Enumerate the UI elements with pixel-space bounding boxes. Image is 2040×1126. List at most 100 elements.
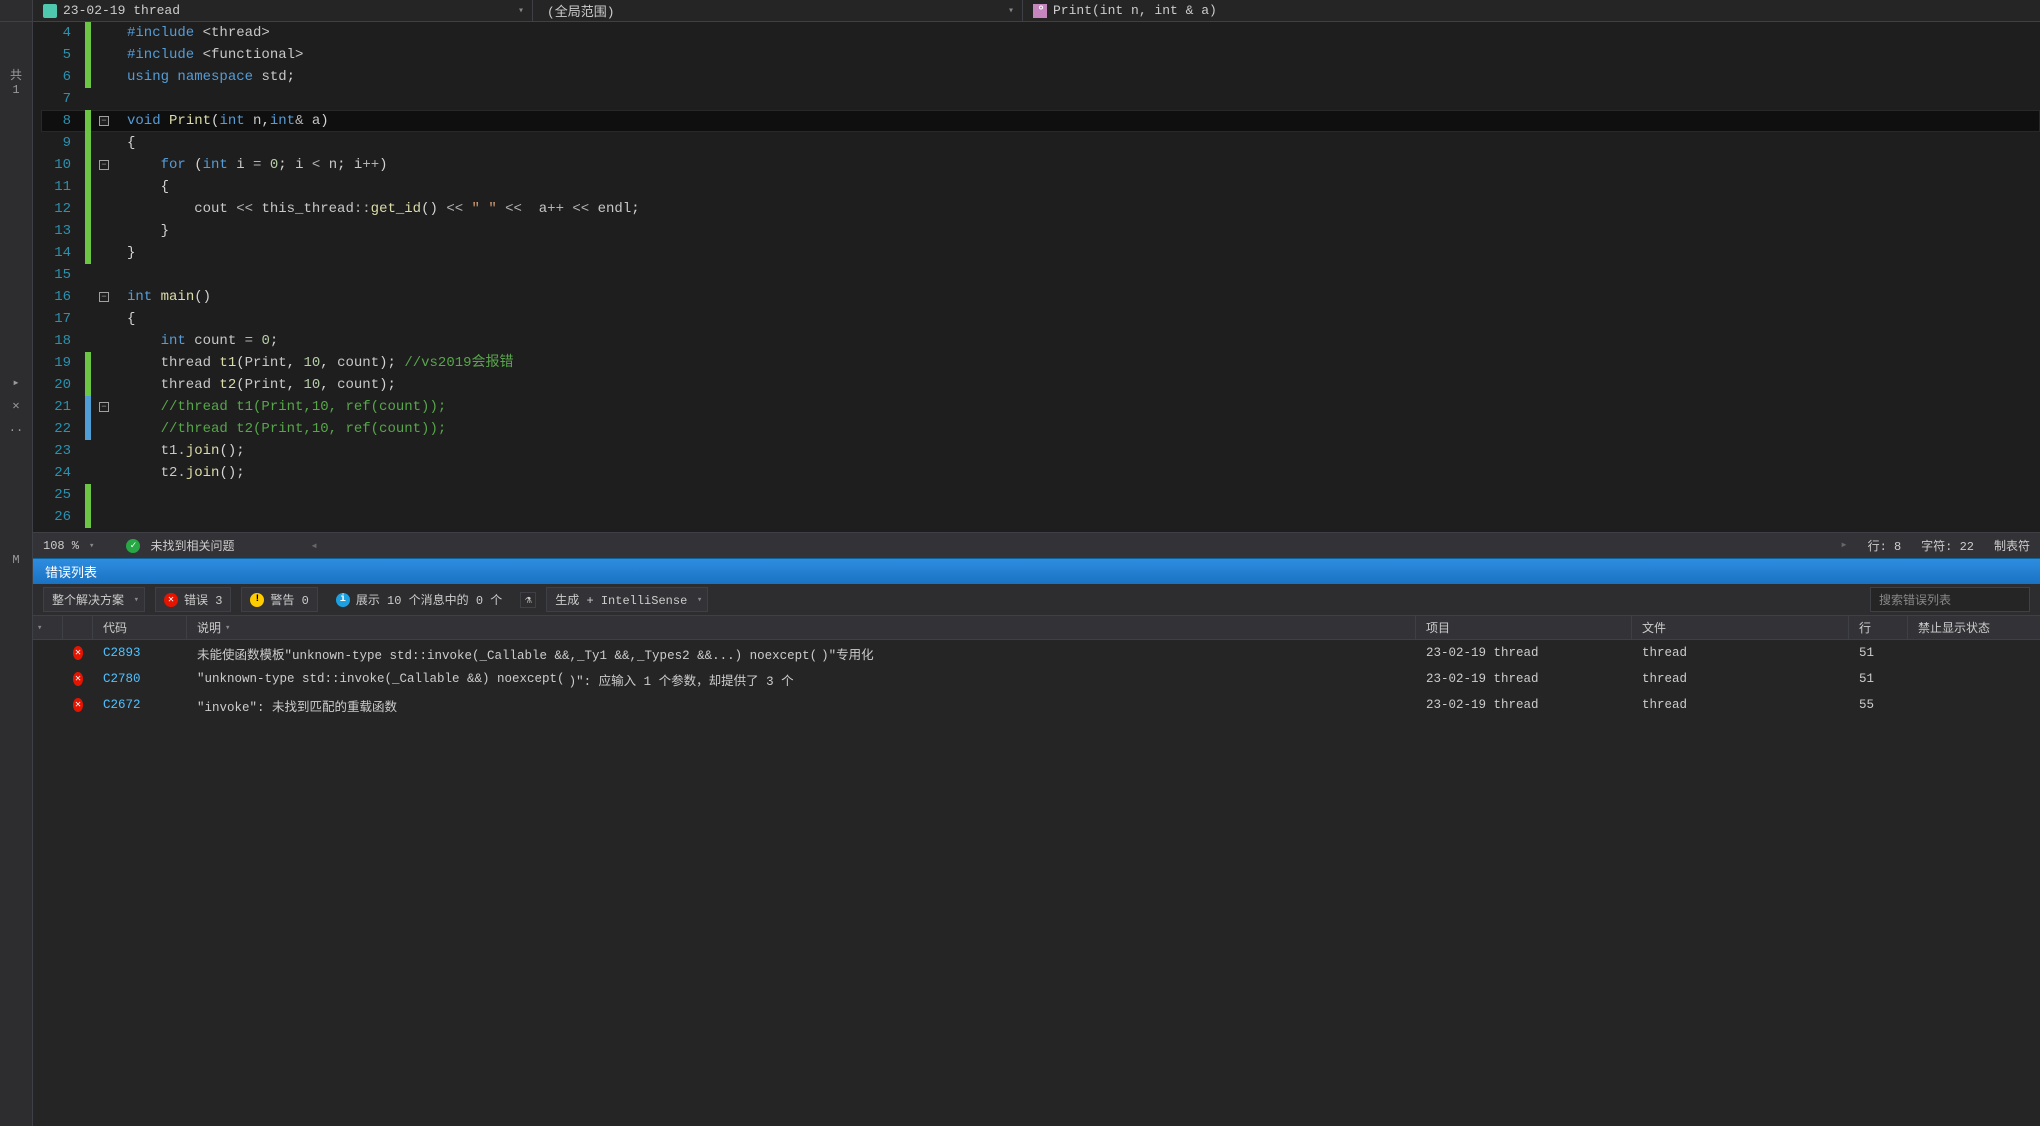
code-line[interactable]: 16−int main() <box>41 286 2040 308</box>
code-line[interactable]: 17{ <box>41 308 2040 330</box>
code-content[interactable]: for (int i = 0; i < n; i++) <box>119 154 388 176</box>
code-content[interactable]: int main() <box>119 286 211 308</box>
solution-filter-dropdown[interactable]: 整个解决方案 <box>43 587 145 612</box>
code-content[interactable]: t2.join(); <box>119 462 245 484</box>
zoom-level[interactable]: 108 % <box>43 539 79 553</box>
code-line[interactable]: 15 <box>41 264 2040 286</box>
file-dropdown[interactable]: 23-02-19 thread <box>33 0 533 21</box>
header-line[interactable]: 行 <box>1849 616 1908 639</box>
code-line[interactable]: 23 t1.join(); <box>41 440 2040 462</box>
gutter <box>85 220 119 242</box>
strip-arrow[interactable]: ▸ <box>0 371 32 394</box>
code-content[interactable]: int count = 0; <box>119 330 278 352</box>
code-content[interactable]: //thread t1(Print,10, ref(count)); <box>119 396 446 418</box>
scroll-right-icon[interactable]: ▸ <box>1840 537 1847 554</box>
header-project[interactable]: 项目 <box>1416 616 1632 639</box>
header-file[interactable]: 文件 <box>1632 616 1849 639</box>
error-code[interactable]: C2780 <box>93 668 187 690</box>
code-line[interactable]: 22 //thread t2(Print,10, ref(count)); <box>41 418 2040 440</box>
line-number: 4 <box>41 22 85 44</box>
error-project: 23-02-19 thread <box>1416 694 1632 716</box>
source-filter-dropdown[interactable]: 生成 + IntelliSense <box>546 587 708 612</box>
error-search-input[interactable]: 搜索错误列表 <box>1870 587 2030 612</box>
code-line[interactable]: 26 <box>41 506 2040 528</box>
code-line[interactable]: 6using namespace std; <box>41 66 2040 88</box>
filter-icon[interactable]: ⚗ <box>520 592 536 608</box>
code-content[interactable]: cout << this_thread::get_id() << " " << … <box>119 198 640 220</box>
top-bar-spacer <box>0 0 33 21</box>
zoom-dropdown-icon[interactable]: ▾ <box>89 541 94 551</box>
code-line[interactable]: 27 cout << "main: " << count << endl; <box>41 528 2040 532</box>
error-project: 23-02-19 thread <box>1416 668 1632 690</box>
code-line[interactable]: 24 t2.join(); <box>41 462 2040 484</box>
fold-toggle[interactable]: − <box>99 116 109 126</box>
code-content[interactable] <box>119 484 127 506</box>
gutter <box>85 506 119 528</box>
code-line[interactable]: 5#include <functional> <box>41 44 2040 66</box>
code-line[interactable]: 14} <box>41 242 2040 264</box>
fold-toggle[interactable]: − <box>99 292 109 302</box>
fold-toggle[interactable]: − <box>99 402 109 412</box>
gutter <box>85 242 119 264</box>
fold-toggle[interactable]: − <box>99 160 109 170</box>
error-icon-cell: ✕ <box>63 642 93 664</box>
code-line[interactable]: 18 int count = 0; <box>41 330 2040 352</box>
line-number: 22 <box>41 418 85 440</box>
errors-toggle-button[interactable]: ✕ 错误 3 <box>155 587 231 612</box>
scroll-left-icon[interactable]: ◂ <box>310 538 317 553</box>
code-content[interactable] <box>119 264 127 286</box>
function-signature: Print(int n, int & a) <box>1053 3 1217 18</box>
error-row[interactable]: ✕C2672"invoke": 未找到匹配的重载函数23-02-19 threa… <box>33 692 2040 718</box>
error-row[interactable]: ✕C2780"unknown-type std::invoke(_Callabl… <box>33 666 2040 692</box>
code-content[interactable]: } <box>119 220 169 242</box>
error-list-title-bar[interactable]: 错误列表 <box>33 558 2040 584</box>
header-code[interactable]: 代码 <box>93 616 187 639</box>
code-line[interactable]: 12 cout << this_thread::get_id() << " " … <box>41 198 2040 220</box>
code-content[interactable]: { <box>119 132 135 154</box>
error-row[interactable]: ✕C2893未能使函数模板"unknown-type std::invoke(_… <box>33 640 2040 666</box>
change-marker <box>85 418 91 440</box>
function-icon <box>1033 4 1047 18</box>
code-content[interactable]: //thread t2(Print,10, ref(count)); <box>119 418 446 440</box>
code-line[interactable]: 19 thread t1(Print, 10, count); //vs2019… <box>41 352 2040 374</box>
code-content[interactable]: thread t2(Print, 10, count); <box>119 374 396 396</box>
error-code[interactable]: C2672 <box>93 694 187 716</box>
code-line[interactable]: 13 } <box>41 220 2040 242</box>
strip-close-icon[interactable]: ✕ <box>0 394 32 417</box>
function-dropdown[interactable]: Print(int n, int & a) <box>1023 0 2040 21</box>
code-content[interactable]: #include <thread> <box>119 22 270 44</box>
left-side-strip: 共 1 ▸ ✕ .. M <box>0 22 33 1126</box>
code-content[interactable]: void Print(int n,int& a) <box>119 110 329 132</box>
messages-toggle-button[interactable]: i 展示 10 个消息中的 0 个 <box>328 588 510 611</box>
gutter <box>85 418 119 440</box>
header-suppress[interactable]: 禁止显示状态 <box>1908 616 2040 639</box>
gutter <box>85 44 119 66</box>
code-content[interactable]: } <box>119 242 135 264</box>
code-content[interactable]: { <box>119 176 169 198</box>
header-blank[interactable] <box>63 616 93 639</box>
code-content[interactable]: #include <functional> <box>119 44 303 66</box>
code-line[interactable]: 7 <box>41 88 2040 110</box>
code-content[interactable]: cout << "main: " << count << endl; <box>119 528 446 532</box>
code-content[interactable]: using namespace std; <box>119 66 295 88</box>
code-line[interactable]: 25 <box>41 484 2040 506</box>
code-editor[interactable]: 4 #include <thread>5#include <functional>… <box>33 22 2040 532</box>
code-content[interactable]: t1.join(); <box>119 440 245 462</box>
code-line[interactable]: 10− for (int i = 0; i < n; i++) <box>41 154 2040 176</box>
warnings-toggle-button[interactable]: ! 警告 0 <box>241 587 317 612</box>
header-icon[interactable]: ▾ <box>33 616 63 639</box>
header-desc[interactable]: 说明 ▾ <box>187 616 1416 639</box>
code-line[interactable]: 21− //thread t1(Print,10, ref(count)); <box>41 396 2040 418</box>
code-content[interactable] <box>119 506 127 528</box>
scope-dropdown[interactable]: (全局范围) <box>533 0 1023 21</box>
code-line[interactable]: 8−void Print(int n,int& a) <box>41 110 2040 132</box>
code-content[interactable] <box>119 88 127 110</box>
code-line[interactable]: 4 #include <thread> <box>41 22 2040 44</box>
error-line: 55 <box>1849 694 1908 716</box>
code-line[interactable]: 11 { <box>41 176 2040 198</box>
code-line[interactable]: 20 thread t2(Print, 10, count); <box>41 374 2040 396</box>
error-code[interactable]: C2893 <box>93 642 187 664</box>
code-content[interactable]: { <box>119 308 135 330</box>
code-content[interactable]: thread t1(Print, 10, count); //vs2019会报错 <box>119 352 514 374</box>
code-line[interactable]: 9{ <box>41 132 2040 154</box>
